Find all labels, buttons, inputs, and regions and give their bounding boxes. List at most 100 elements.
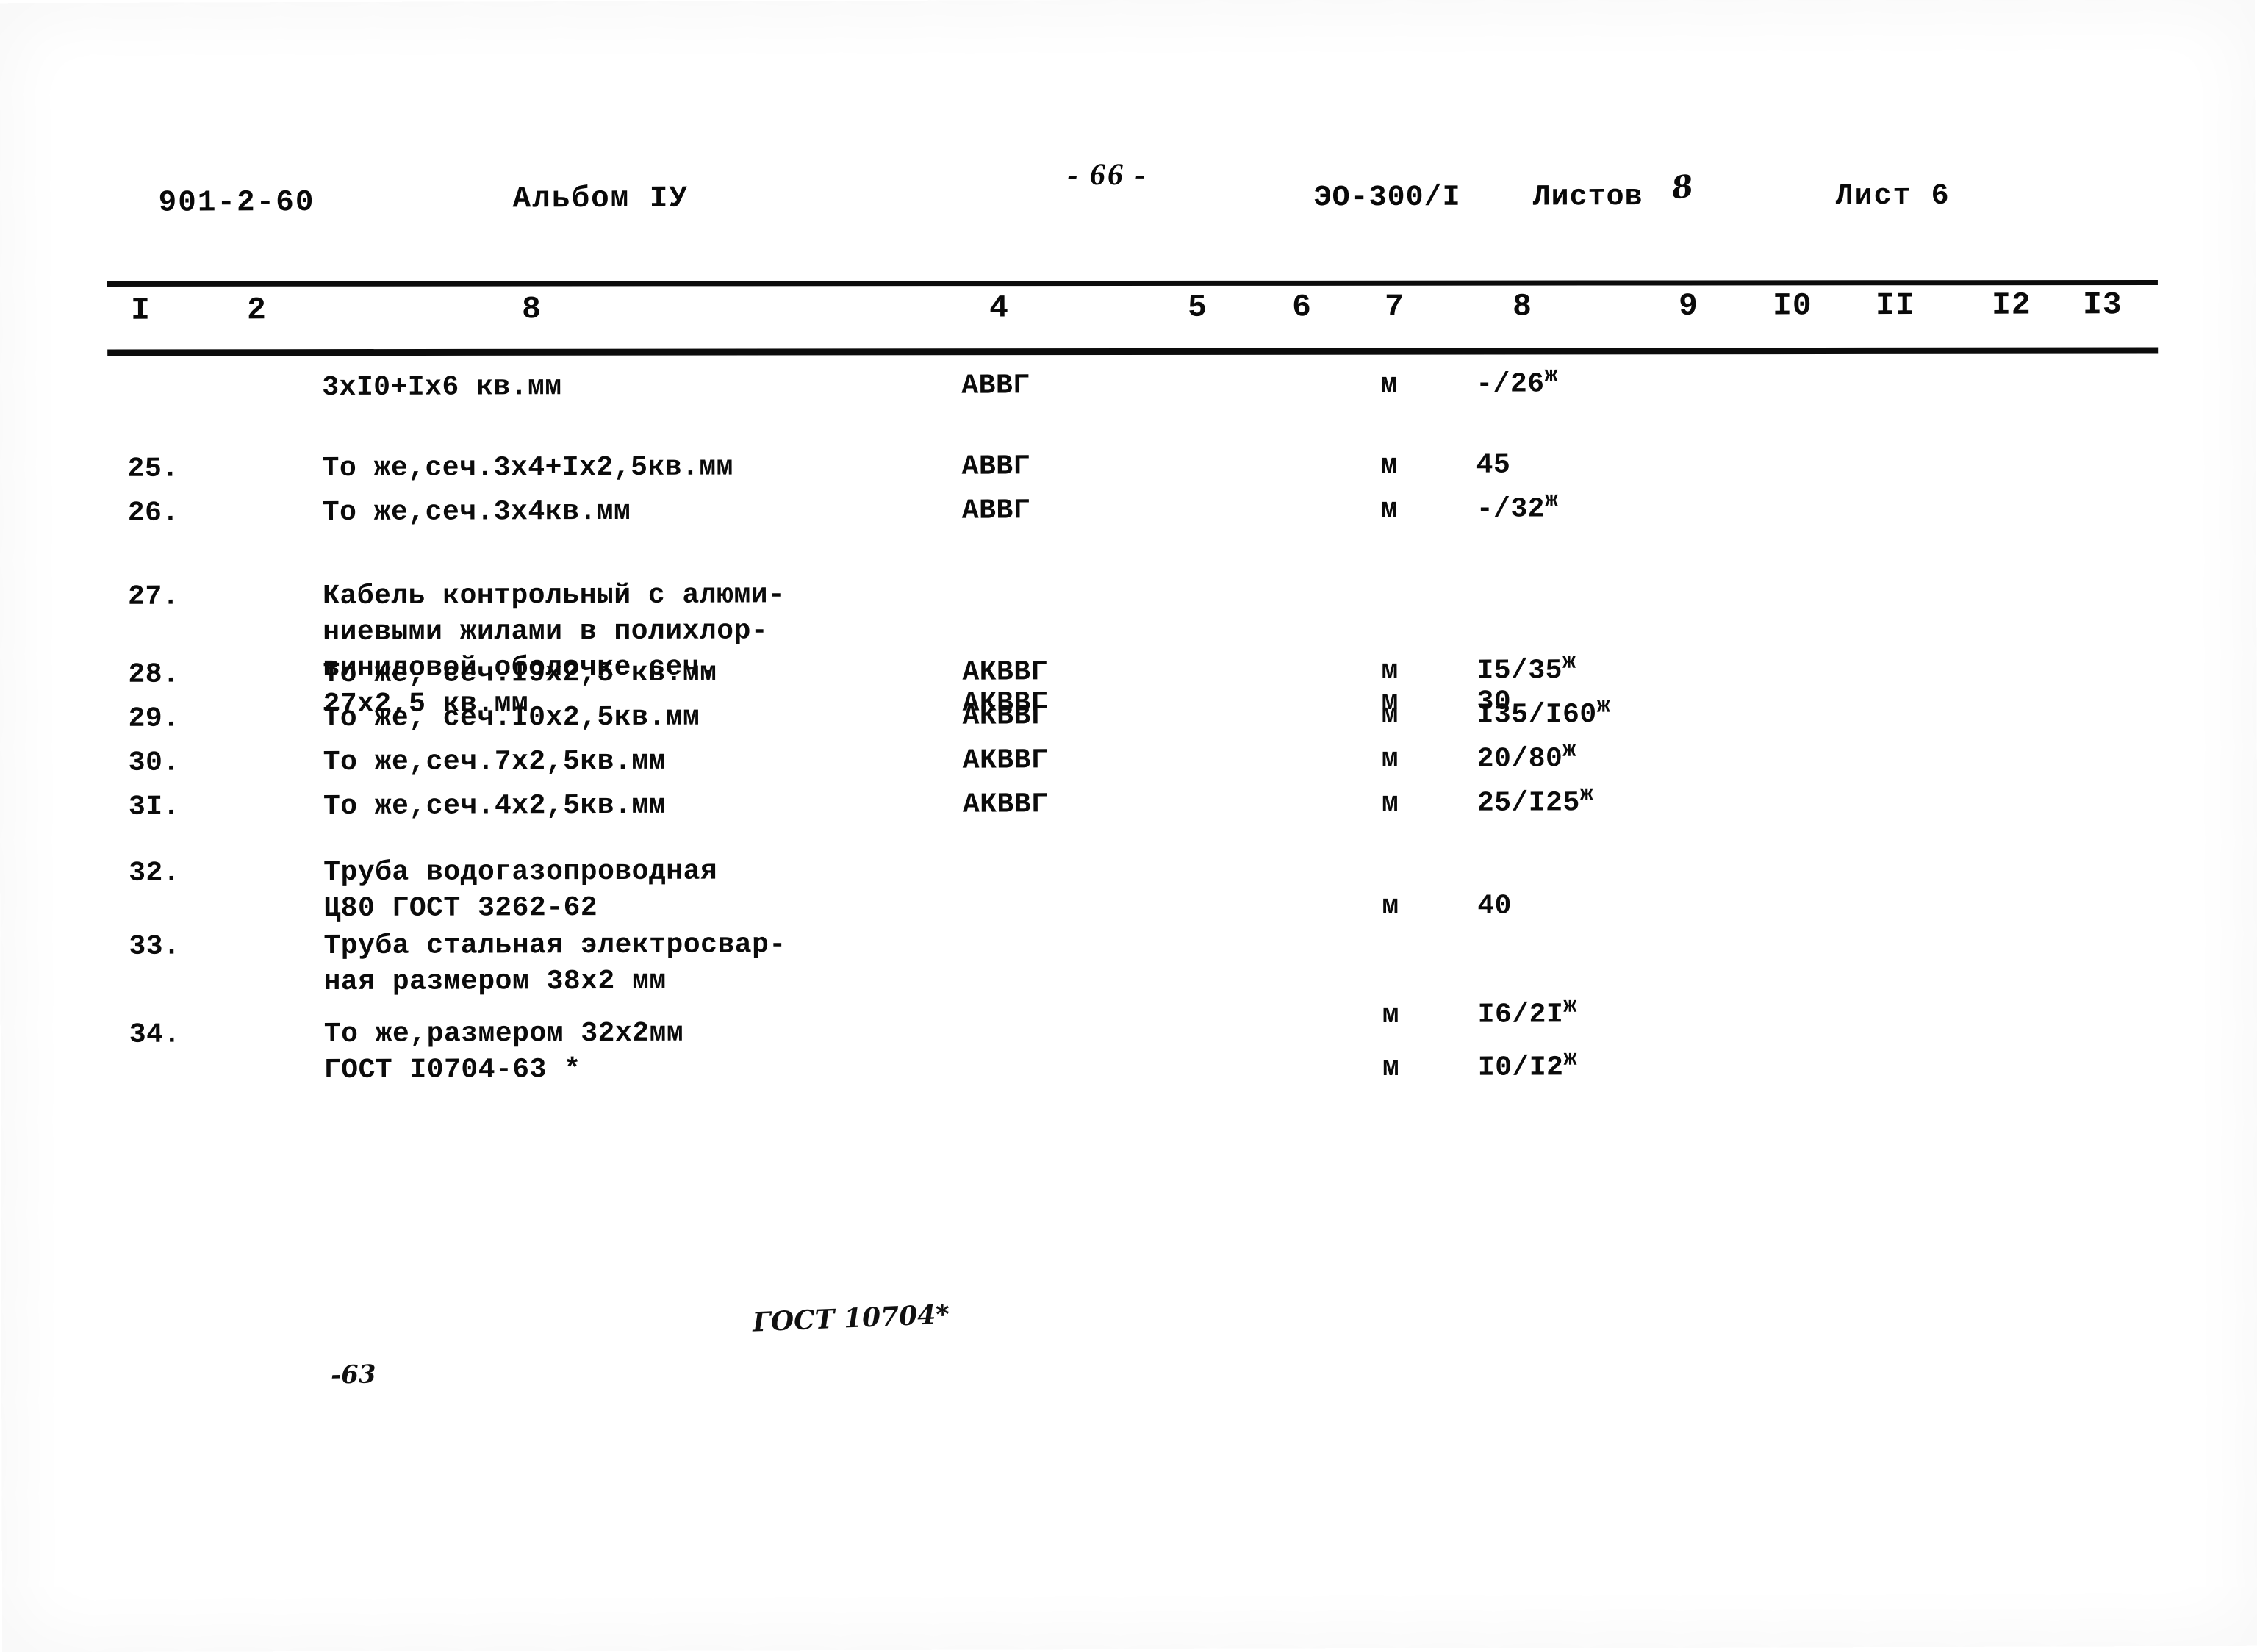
row-description-line: То же, сеч.I9х2,5 кв.мм [323,655,925,692]
row-description: То же,размером 32х2ммГОСТ I0704-63 * [324,1015,927,1088]
row-quantity-value: I35/I60 [1477,699,1597,730]
row-description-line: То же,сеч.3х4+Iх2,5кв.мм [323,449,925,486]
album-label: Альбом IУ [513,182,689,217]
row-item-number: 33. [129,928,239,964]
table-rule-under-column-numbers [107,348,2158,356]
row-quantity-value: 40 [1477,891,1512,922]
row-unit: м [1381,492,1425,528]
row-unit: м [1382,1050,1427,1086]
row-quantity-value: I5/35 [1476,655,1562,686]
table-row: 3хI0+Iх6 кв.ммАВВГм-/26ж [0,364,2256,371]
row-unit: м [1381,653,1425,689]
row-quantity-footnote-marker: ж [1562,739,1576,764]
row-unit: м [1382,697,1426,733]
row-quantity-footnote-marker: ж [1545,489,1559,514]
row-quantity: I5/35ж [1476,653,1785,689]
row-description-line: То же,размером 32х2мм [324,1015,927,1052]
row-description: То же,сеч.7х2,5кв.мм [323,743,926,780]
row-description-line: То же,сеч.7х2,5кв.мм [323,743,926,780]
column-number-11: II [1876,287,1915,323]
row-quantity-footnote-marker: ж [1580,783,1594,808]
column-number-12: I2 [1992,287,2031,323]
table-row: 32.Труба водогазопроводнаяЦ80 ГОСТ 3262-… [0,850,2257,856]
page-number: - 66 - [1067,157,1147,193]
row-quantity-value: I6/2I [1478,999,1564,1030]
column-number-9: 9 [1679,288,1698,324]
row-quantity: -/32ж [1476,491,1785,528]
document-page: 901-2-60 Альбом IУ - 66 - ЭО-300/I Листо… [0,0,2257,1652]
table-row: 27.Кабель контрольный с алюми-ниевыми жи… [0,573,2256,580]
column-number-8: 8 [1513,288,1532,324]
document-code: 901-2-60 [159,186,315,220]
row-unit: м [1382,786,1426,822]
row-description-line: То же,сеч.4х2,5кв.мм [323,787,926,825]
row-brand: АВВГ [962,448,1153,485]
row-brand: АКВВГ [962,654,1153,691]
table-row: 25.То же,сеч.3х4+Iх2,5кв.ммАВВГм45 [0,445,2256,452]
column-number-13: I3 [2083,287,2123,323]
table-row: 26.То же,сеч.3х4кв.ммАВВГм-/32ж [0,489,2256,496]
row-quantity-footnote-marker: ж [1597,694,1611,719]
row-brand: АКВВГ [963,742,1154,779]
row-quantity-footnote-marker: ж [1563,1047,1577,1072]
column-number-2: 2 [247,292,267,328]
row-description: 3хI0+Iх6 кв.мм [322,368,925,406]
column-number-6: 6 [1292,289,1312,325]
column-number-1: I [131,292,151,328]
row-description: Труба стальная электросвар-ная размером … [323,927,926,1000]
table-row: 3I.То же,сеч.4х2,5кв.ммАКВВГм25/I25ж [0,783,2257,790]
row-unit: м [1380,367,1424,403]
row-description: То же,сеч.3х4кв.мм [323,493,925,531]
row-description-line: ниевыми жилами в полихлор- [323,613,925,650]
sheet-identifier: ЭО-300/I [1314,182,1461,215]
row-quantity: I35/I60ж [1477,697,1786,733]
row-quantity-value: I0/I2 [1478,1052,1564,1083]
row-item-number: 27. [128,578,238,614]
sheet-count-value-handwritten: 8 [1669,168,1696,206]
row-brand: АКВВГ [963,698,1154,735]
row-description: То же,сеч.3х4+Iх2,5кв.мм [323,449,925,486]
column-number-3: 8 [522,291,542,327]
row-description-line: Кабель контрольный с алюми- [323,577,925,614]
row-brand: АВВГ [962,492,1153,529]
row-brand: АКВВГ [963,786,1154,823]
row-description: То же, сеч.I0х2,5кв.мм [323,699,926,736]
row-item-number: 3I. [129,789,239,825]
row-quantity-value: 20/80 [1477,743,1563,775]
row-quantity-value: 45 [1476,450,1511,481]
row-item-number: 26. [128,495,238,531]
row-quantity-value: 25/I25 [1477,787,1580,819]
column-number-4: 4 [989,290,1009,326]
row-quantity-value: -/32 [1476,493,1545,525]
row-brand: АВВГ [961,367,1152,404]
row-quantity: 40 [1477,888,1786,924]
row-quantity: 20/80ж [1477,741,1786,777]
row-item-number: 25. [128,450,238,486]
sheet-label: Лист 6 [1836,180,1951,213]
row-description: То же,сеч.4х2,5кв.мм [323,787,926,825]
row-quantity: 45 [1476,447,1785,484]
table-body: 3хI0+Iх6 кв.ммАВВГм-/26ж25.То же,сеч.3х4… [0,364,2257,1652]
row-description-line: 3хI0+Iх6 кв.мм [322,368,925,406]
row-quantity: I6/2Iж [1478,996,1787,1033]
row-unit: м [1381,448,1425,484]
column-number-row: I28456789I0III2I3 [0,287,2256,345]
row-unit: м [1382,741,1426,777]
row-description-line: ГОСТ I0704-63 * [324,1051,927,1088]
row-quantity-value: -/26 [1476,368,1544,400]
row-quantity-footnote-marker: ж [1562,650,1576,675]
row-quantity: I0/I2ж [1478,1049,1787,1086]
row-quantity-footnote-marker: ж [1563,994,1577,1019]
row-item-number: 28. [128,656,238,692]
handwritten-year-annotation: -63 [331,1360,376,1390]
row-item-number: 32. [129,855,239,891]
row-quantity: 25/I25ж [1477,785,1786,822]
column-number-10: I0 [1773,287,1812,323]
row-item-number: 34. [129,1016,240,1052]
column-number-5: 5 [1188,290,1208,326]
row-description-line: То же,сеч.3х4кв.мм [323,493,925,531]
row-description: Труба водогазопроводнаяЦ80 ГОСТ 3262-62 [323,853,926,927]
row-quantity-footnote-marker: ж [1544,364,1558,389]
row-item-number: 30. [129,744,239,780]
row-description-line: Труба водогазопроводная [323,853,926,891]
